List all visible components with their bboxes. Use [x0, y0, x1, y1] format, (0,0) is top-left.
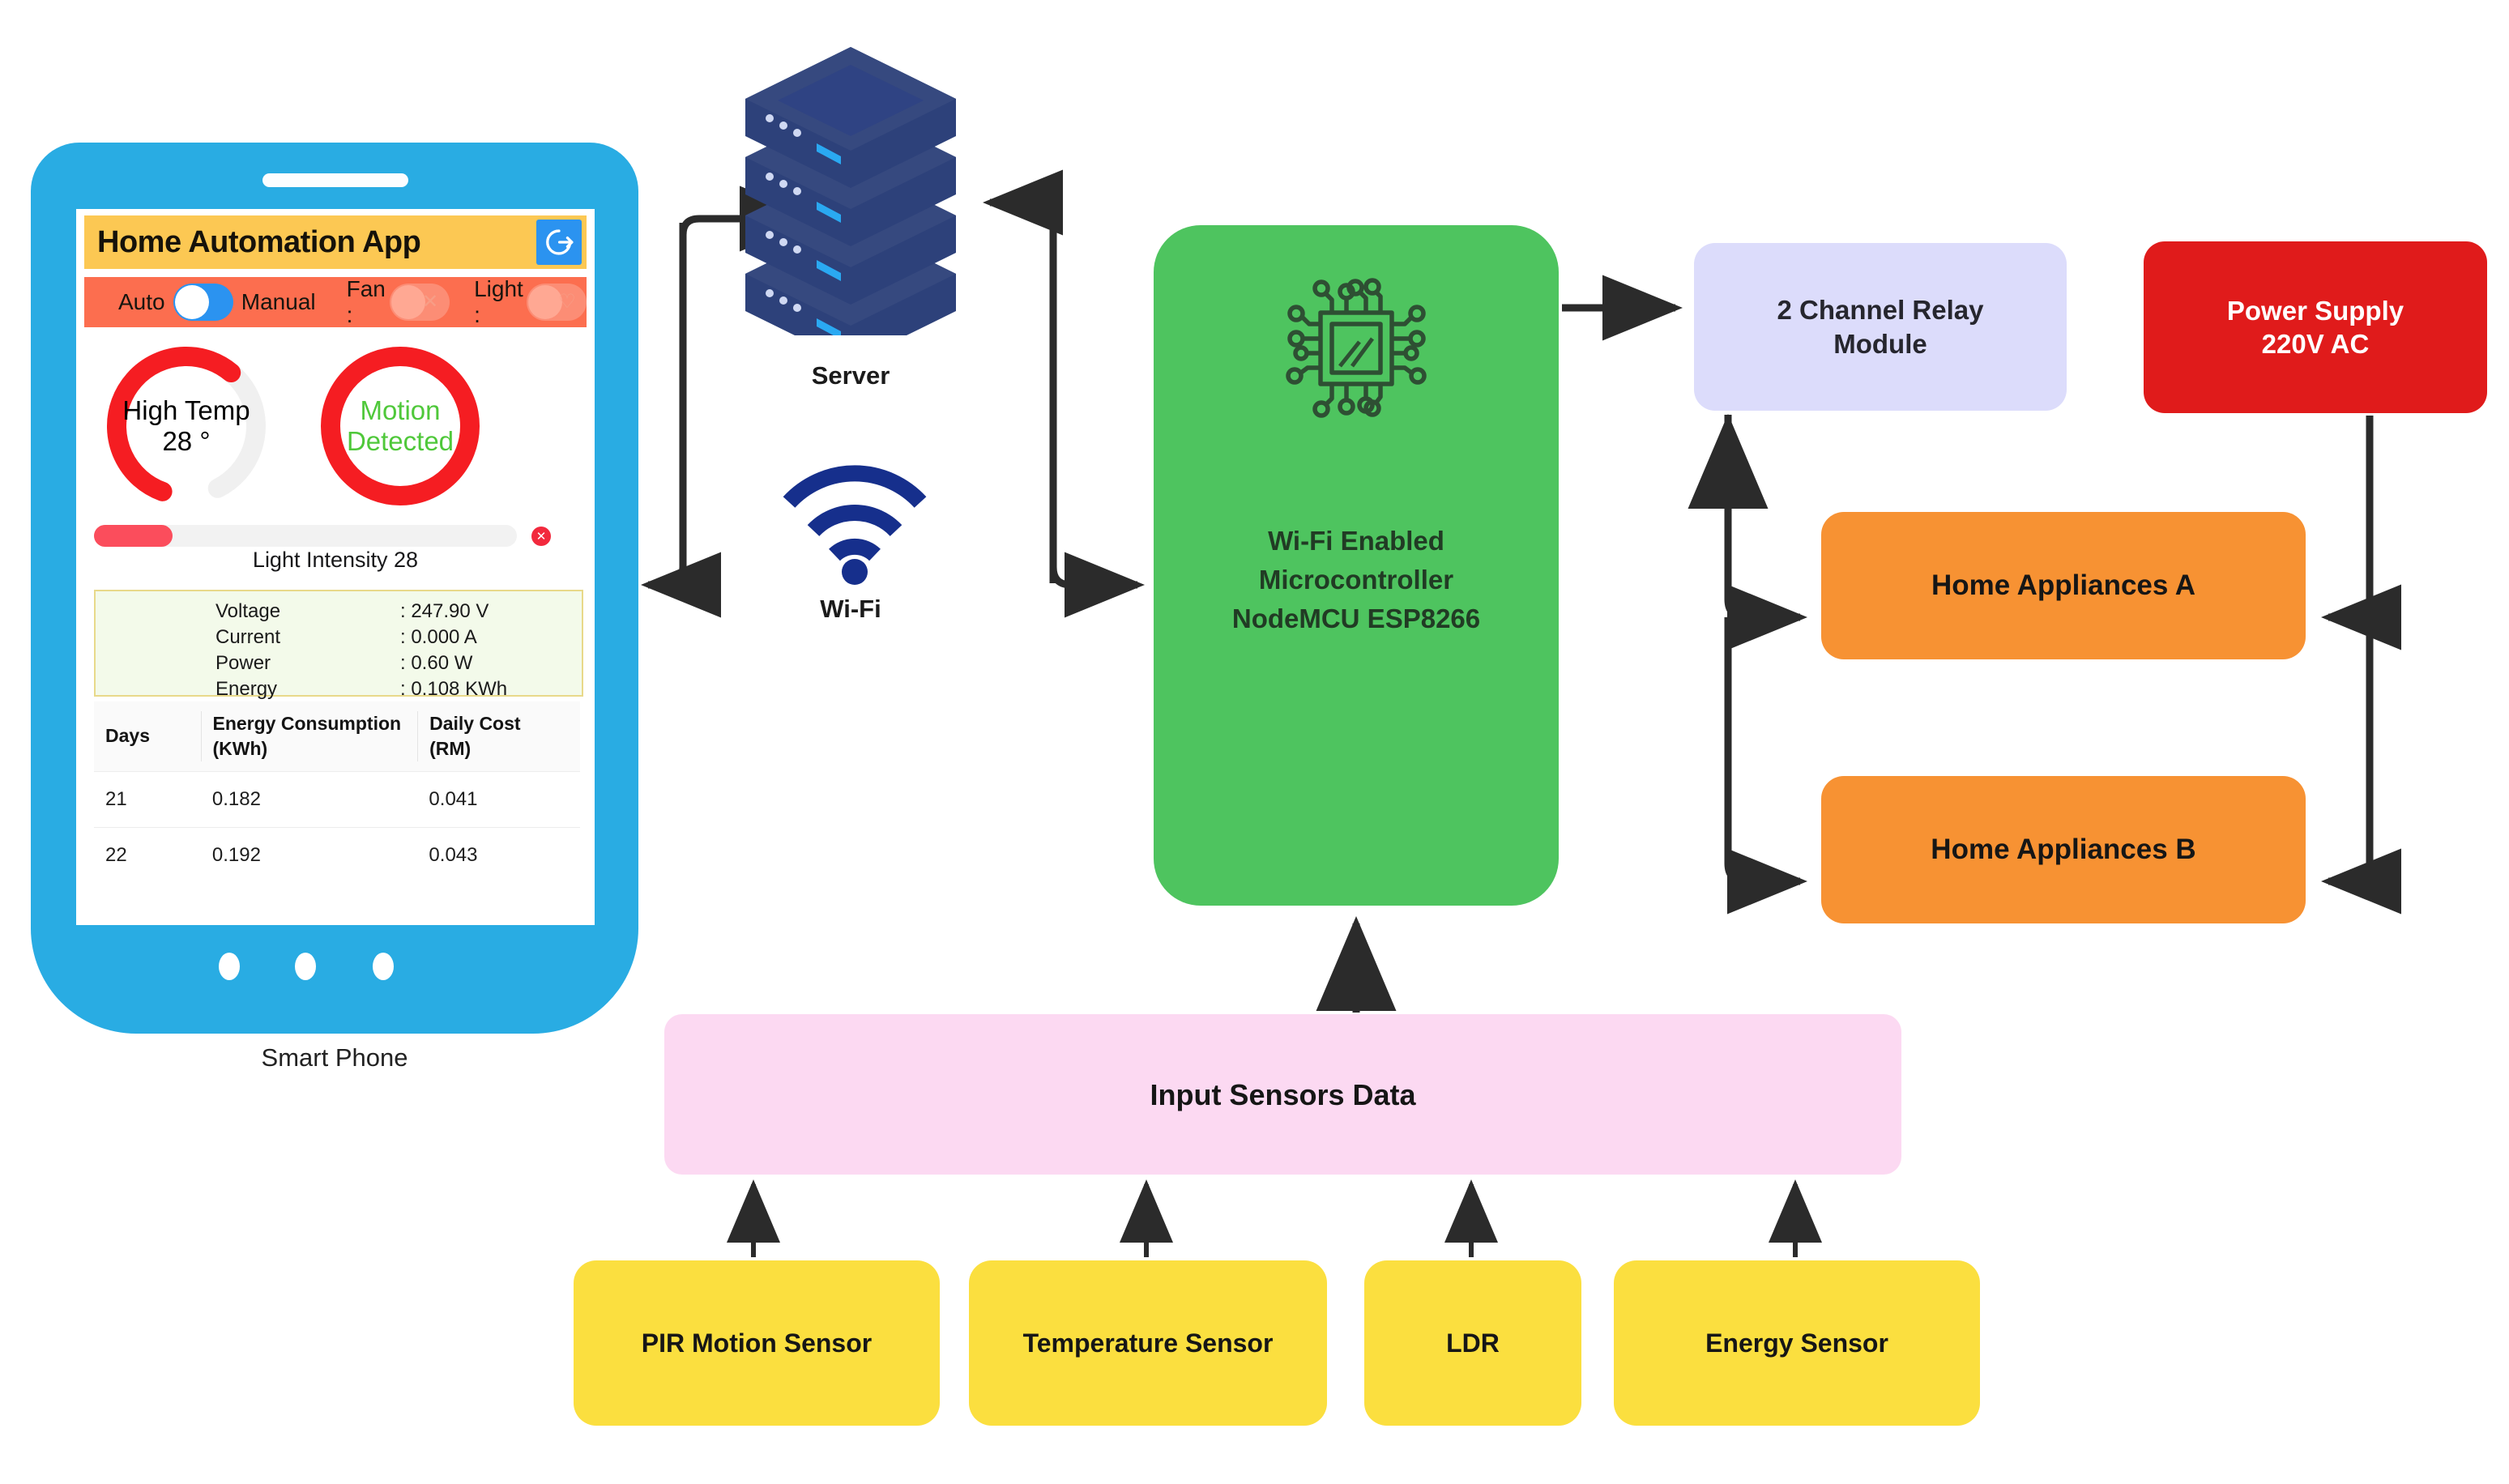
reading-key: Current	[215, 626, 281, 648]
app-title: Home Automation App	[97, 224, 421, 259]
home-dot[interactable]	[219, 953, 240, 980]
arrow-relay-to-appliance-a	[1724, 415, 1807, 650]
motion-gauge-line1: Motion	[360, 395, 441, 426]
light-label: Light :	[474, 276, 523, 327]
wifi-icon	[778, 463, 932, 585]
cell-day: 21	[105, 788, 127, 810]
auto-label: Auto	[118, 289, 165, 314]
microcontroller-label: Wi-Fi Enabled Microcontroller NodeMCU ES…	[1231, 526, 1481, 633]
arrow-server-down-to-phone	[641, 223, 721, 618]
temperature-gauge-line1: High Temp	[122, 395, 250, 426]
close-x-icon[interactable]: ✕	[531, 527, 551, 546]
fan-toggle[interactable]: ✕	[389, 284, 450, 321]
cell-energy: 0.192	[211, 844, 261, 866]
cell-cost: 0.043	[429, 844, 478, 866]
control-bar: Auto Manual Fan : ✕ Light : ♡	[84, 276, 587, 327]
smart-phone: Home Automation App Auto Manual Fan : ✕ …	[31, 143, 638, 1034]
bulb-icon: ♡	[558, 291, 576, 313]
server-stack-icon	[733, 36, 968, 363]
reading-value: : 247.90 V	[400, 600, 489, 622]
microchip-icon	[1275, 267, 1437, 429]
home-appliance-b-node: Home Appliances B	[1821, 776, 2306, 923]
temperature-gauge-line2: 28 °	[162, 426, 211, 456]
reading-value: : 0.60 W	[400, 652, 473, 674]
gauge-row: High Temp 28 ° Motion Detected	[76, 339, 595, 514]
reading-row: Voltage : 247.90 V	[96, 599, 582, 625]
power-supply-node: Power Supply 220V AC	[2144, 241, 2487, 413]
home-appliance-a-node: Home Appliances A	[1821, 512, 2306, 659]
table-row: 22 0.192 0.043	[94, 827, 580, 883]
reading-row: Current : 0.000 A	[96, 625, 582, 650]
arrow-server-to-mcu	[1049, 219, 1145, 618]
toggle-knob	[174, 285, 209, 319]
slider-track[interactable]	[94, 525, 517, 547]
column-header-energy: Energy Consumption (KWh)	[200, 710, 418, 762]
manual-label: Manual	[241, 289, 316, 314]
mode-toggle[interactable]	[173, 284, 233, 321]
sensor-node-energy: Energy Sensor	[1614, 1260, 1980, 1426]
motion-gauge-text: Motion Detected	[313, 339, 488, 514]
light-toggle[interactable]: ♡	[526, 284, 587, 321]
diagram-canvas: Home Automation App Auto Manual Fan : ✕ …	[0, 0, 2509, 1484]
motion-gauge: Motion Detected	[313, 339, 488, 514]
smart-phone-label: Smart Phone	[261, 1043, 408, 1072]
column-header-cost: Daily Cost (RM)	[417, 710, 580, 762]
reading-value: : 0.108 KWh	[400, 678, 508, 700]
arrow-psu-to-appliance-a	[2321, 416, 2401, 650]
power-readings-panel: Voltage : 247.90 V Current : 0.000 A Pow…	[94, 590, 583, 726]
close-x-icon: ✕	[422, 291, 439, 313]
phone-speaker	[262, 173, 408, 187]
microcontroller-node: Wi-Fi Enabled Microcontroller NodeMCU ES…	[1154, 225, 1559, 906]
relay-module-node: 2 Channel Relay Module	[1694, 243, 2067, 411]
arrow-relay-to-appliance-b	[1724, 617, 1807, 915]
arrow-psu-to-appliance-b	[2321, 617, 2401, 915]
home-dot[interactable]	[373, 953, 394, 980]
cell-cost: 0.041	[429, 788, 478, 810]
reading-key: Power	[215, 652, 271, 674]
reading-key: Energy	[215, 678, 278, 700]
input-sensors-data-node: Input Sensors Data	[664, 1014, 1901, 1175]
logout-icon	[546, 229, 574, 255]
cell-day: 22	[105, 844, 127, 866]
arrow-mcu-to-server	[983, 169, 1063, 583]
fan-label: Fan :	[346, 276, 386, 327]
sensor-node-pir-motion: PIR Motion Sensor	[574, 1260, 940, 1426]
motion-gauge-line2: Detected	[346, 426, 454, 456]
temperature-gauge: High Temp 28 °	[99, 339, 274, 514]
reading-key: Voltage	[215, 600, 281, 622]
slider-caption: Light Intensity 28	[252, 548, 419, 572]
wifi-label: Wi-Fi	[820, 595, 881, 623]
reading-value: : 0.000 A	[400, 626, 477, 648]
app-header-bar: Home Automation App	[84, 215, 587, 269]
energy-table: Days Energy Consumption (KWh) Daily Cost…	[94, 701, 580, 883]
reading-row: Power : 0.60 W	[96, 650, 582, 676]
cell-energy: 0.182	[211, 788, 261, 810]
sensor-node-ldr: LDR	[1364, 1260, 1581, 1426]
sensor-node-temperature: Temperature Sensor	[969, 1260, 1327, 1426]
phone-screen: Home Automation App Auto Manual Fan : ✕ …	[76, 209, 595, 925]
table-header-row: Days Energy Consumption (KWh) Daily Cost…	[94, 701, 580, 771]
temperature-gauge-text: High Temp 28 °	[99, 339, 274, 514]
phone-home-buttons	[219, 953, 454, 985]
server-label: Server	[811, 361, 890, 390]
logout-button[interactable]	[536, 220, 582, 265]
table-row: 21 0.182 0.041	[94, 771, 580, 827]
column-header-days: Days	[105, 725, 150, 747]
home-dot[interactable]	[295, 953, 316, 980]
reading-row: Energy : 0.108 KWh	[96, 676, 582, 702]
slider-fill	[94, 525, 173, 547]
